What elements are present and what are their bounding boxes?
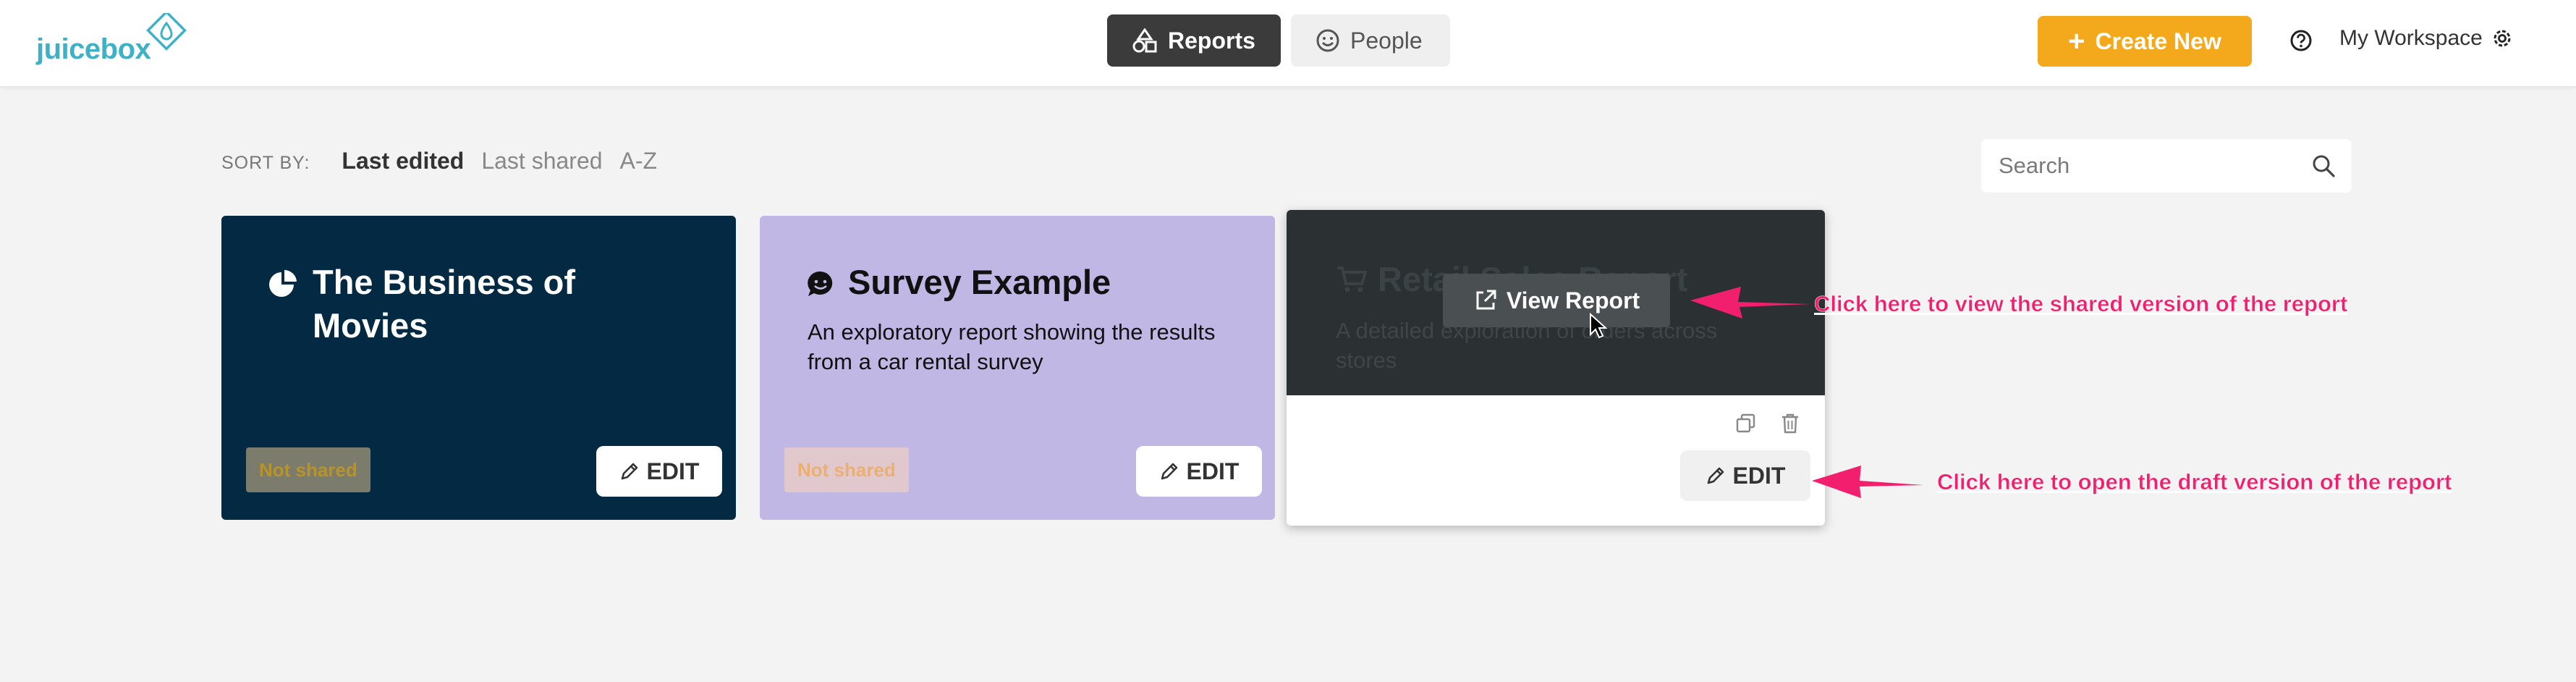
search-icon[interactable]	[2311, 153, 2336, 178]
report-card-survey-example[interactable]: Survey Example An exploratory report sho…	[760, 216, 1275, 520]
create-new-label: Create New	[2095, 28, 2221, 54]
report-title: The Business of Movies	[313, 263, 576, 345]
search-input[interactable]	[1997, 152, 2311, 180]
status-badge: Not shared	[784, 447, 909, 492]
sort-bar: SORT BY: Last edited Last shared A-Z	[221, 148, 657, 174]
annotation-arrow-view	[1690, 287, 1810, 319]
tab-people[interactable]: People	[1291, 14, 1450, 67]
plus-icon: +	[2068, 25, 2085, 57]
copy-icon[interactable]	[1735, 413, 1757, 434]
logo-text: juicebox	[36, 33, 151, 65]
juicebox-logo[interactable]: juicebox	[36, 13, 195, 71]
report-title: Survey Example	[848, 263, 1111, 301]
shapes-icon	[1132, 28, 1157, 53]
view-report-label: View Report	[1506, 287, 1640, 313]
top-bar: juicebox Reports People + Create New My …	[0, 0, 2576, 87]
report-description: An exploratory report showing the result…	[808, 319, 1216, 374]
workspace-menu[interactable]: My Workspace	[2339, 26, 2513, 51]
tab-reports[interactable]: Reports	[1107, 14, 1281, 67]
edit-label: EDIT	[1186, 458, 1240, 484]
edit-label: EDIT	[646, 458, 700, 484]
chat-smiley-icon	[808, 271, 833, 296]
trash-icon[interactable]	[1780, 413, 1800, 434]
workspace-label: My Workspace	[2339, 26, 2483, 50]
mouse-cursor-icon	[1590, 313, 1608, 339]
external-link-icon	[1476, 290, 1496, 310]
tab-reports-label: Reports	[1168, 27, 1255, 54]
smiley-icon	[1316, 29, 1339, 52]
create-new-button[interactable]: + Create New	[2038, 16, 2252, 67]
edit-button[interactable]: EDIT	[1136, 446, 1262, 497]
search-box	[1981, 139, 2352, 193]
sort-last-edited[interactable]: Last edited	[342, 148, 464, 174]
annotation-arrow-edit	[1812, 466, 1923, 498]
edit-label: EDIT	[1732, 462, 1786, 489]
pencil-icon	[621, 463, 637, 480]
logo-drop-icon	[146, 13, 187, 51]
report-card-business-of-movies[interactable]: The Business of Movies Not shared EDIT	[221, 216, 736, 520]
sort-a-z[interactable]: A-Z	[620, 148, 658, 174]
view-report-button[interactable]: View Report	[1443, 274, 1670, 327]
tab-people-label: People	[1350, 27, 1423, 54]
help-icon[interactable]	[2289, 29, 2313, 52]
cart-icon	[1337, 266, 1368, 292]
sort-label: SORT BY:	[221, 153, 310, 173]
pencil-icon	[1161, 463, 1177, 480]
report-card-retail-sales[interactable]: Retail Sales Report A detailed explorati…	[1287, 210, 1825, 526]
annotation-edit-draft: Click here to open the draft version of …	[1937, 469, 2452, 495]
edit-button[interactable]: EDIT	[596, 446, 722, 497]
status-badge: Not shared	[246, 447, 370, 492]
edit-button[interactable]: EDIT	[1680, 450, 1810, 501]
gear-icon	[2494, 30, 2511, 47]
pie-chart-icon	[269, 269, 297, 297]
annotation-view-report: Click here to view the shared version of…	[1814, 291, 2348, 317]
pencil-icon	[1707, 467, 1724, 484]
sort-last-shared[interactable]: Last shared	[481, 148, 602, 174]
main-nav: Reports People	[1107, 14, 1450, 67]
